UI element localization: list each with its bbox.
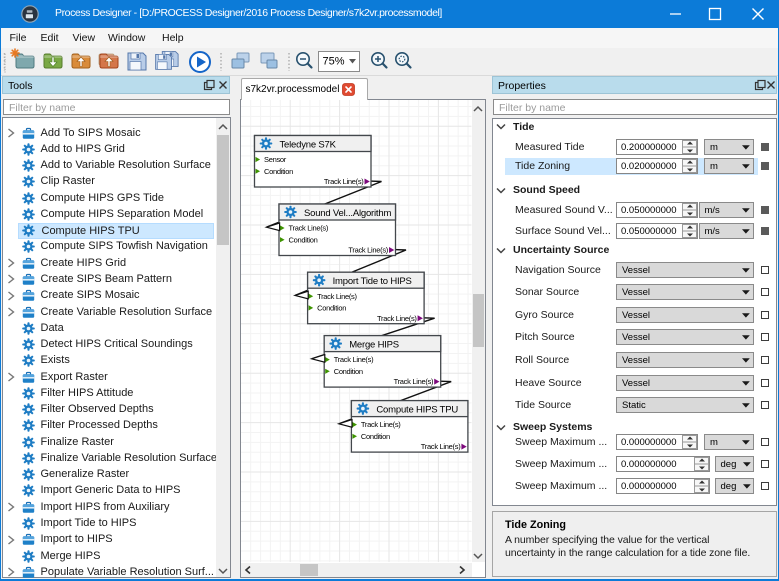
svg-text:Import Tide to HIPS: Import Tide to HIPS xyxy=(333,276,412,287)
svg-text:Track Line(s): Track Line(s) xyxy=(377,314,417,323)
svg-text:Track Line(s): Track Line(s) xyxy=(334,355,374,364)
svg-text:Condition: Condition xyxy=(264,167,293,176)
svg-text:Teledyne S7K: Teledyne S7K xyxy=(280,140,337,151)
svg-text:Track Line(s): Track Line(s) xyxy=(421,442,461,451)
svg-text:Track Line(s): Track Line(s) xyxy=(394,377,434,386)
svg-text:Condition: Condition xyxy=(289,235,318,244)
svg-text:Compute HIPS TPU: Compute HIPS TPU xyxy=(376,405,458,416)
svg-text:Track Line(s): Track Line(s) xyxy=(324,177,364,186)
svg-text:Track Line(s): Track Line(s) xyxy=(361,420,401,429)
svg-text:Track Line(s): Track Line(s) xyxy=(289,224,329,233)
svg-text:Condition: Condition xyxy=(361,432,390,441)
svg-text:Sound Vel...Algorithm: Sound Vel...Algorithm xyxy=(304,208,391,219)
svg-text:Condition: Condition xyxy=(334,367,363,376)
svg-text:Merge HIPS: Merge HIPS xyxy=(349,340,399,351)
svg-text:Track Line(s): Track Line(s) xyxy=(317,292,357,301)
svg-text:Condition: Condition xyxy=(317,304,346,313)
svg-text:75%: 75% xyxy=(323,56,345,68)
svg-text:Track Line(s): Track Line(s) xyxy=(348,246,388,255)
svg-text:Sensor: Sensor xyxy=(264,155,287,164)
